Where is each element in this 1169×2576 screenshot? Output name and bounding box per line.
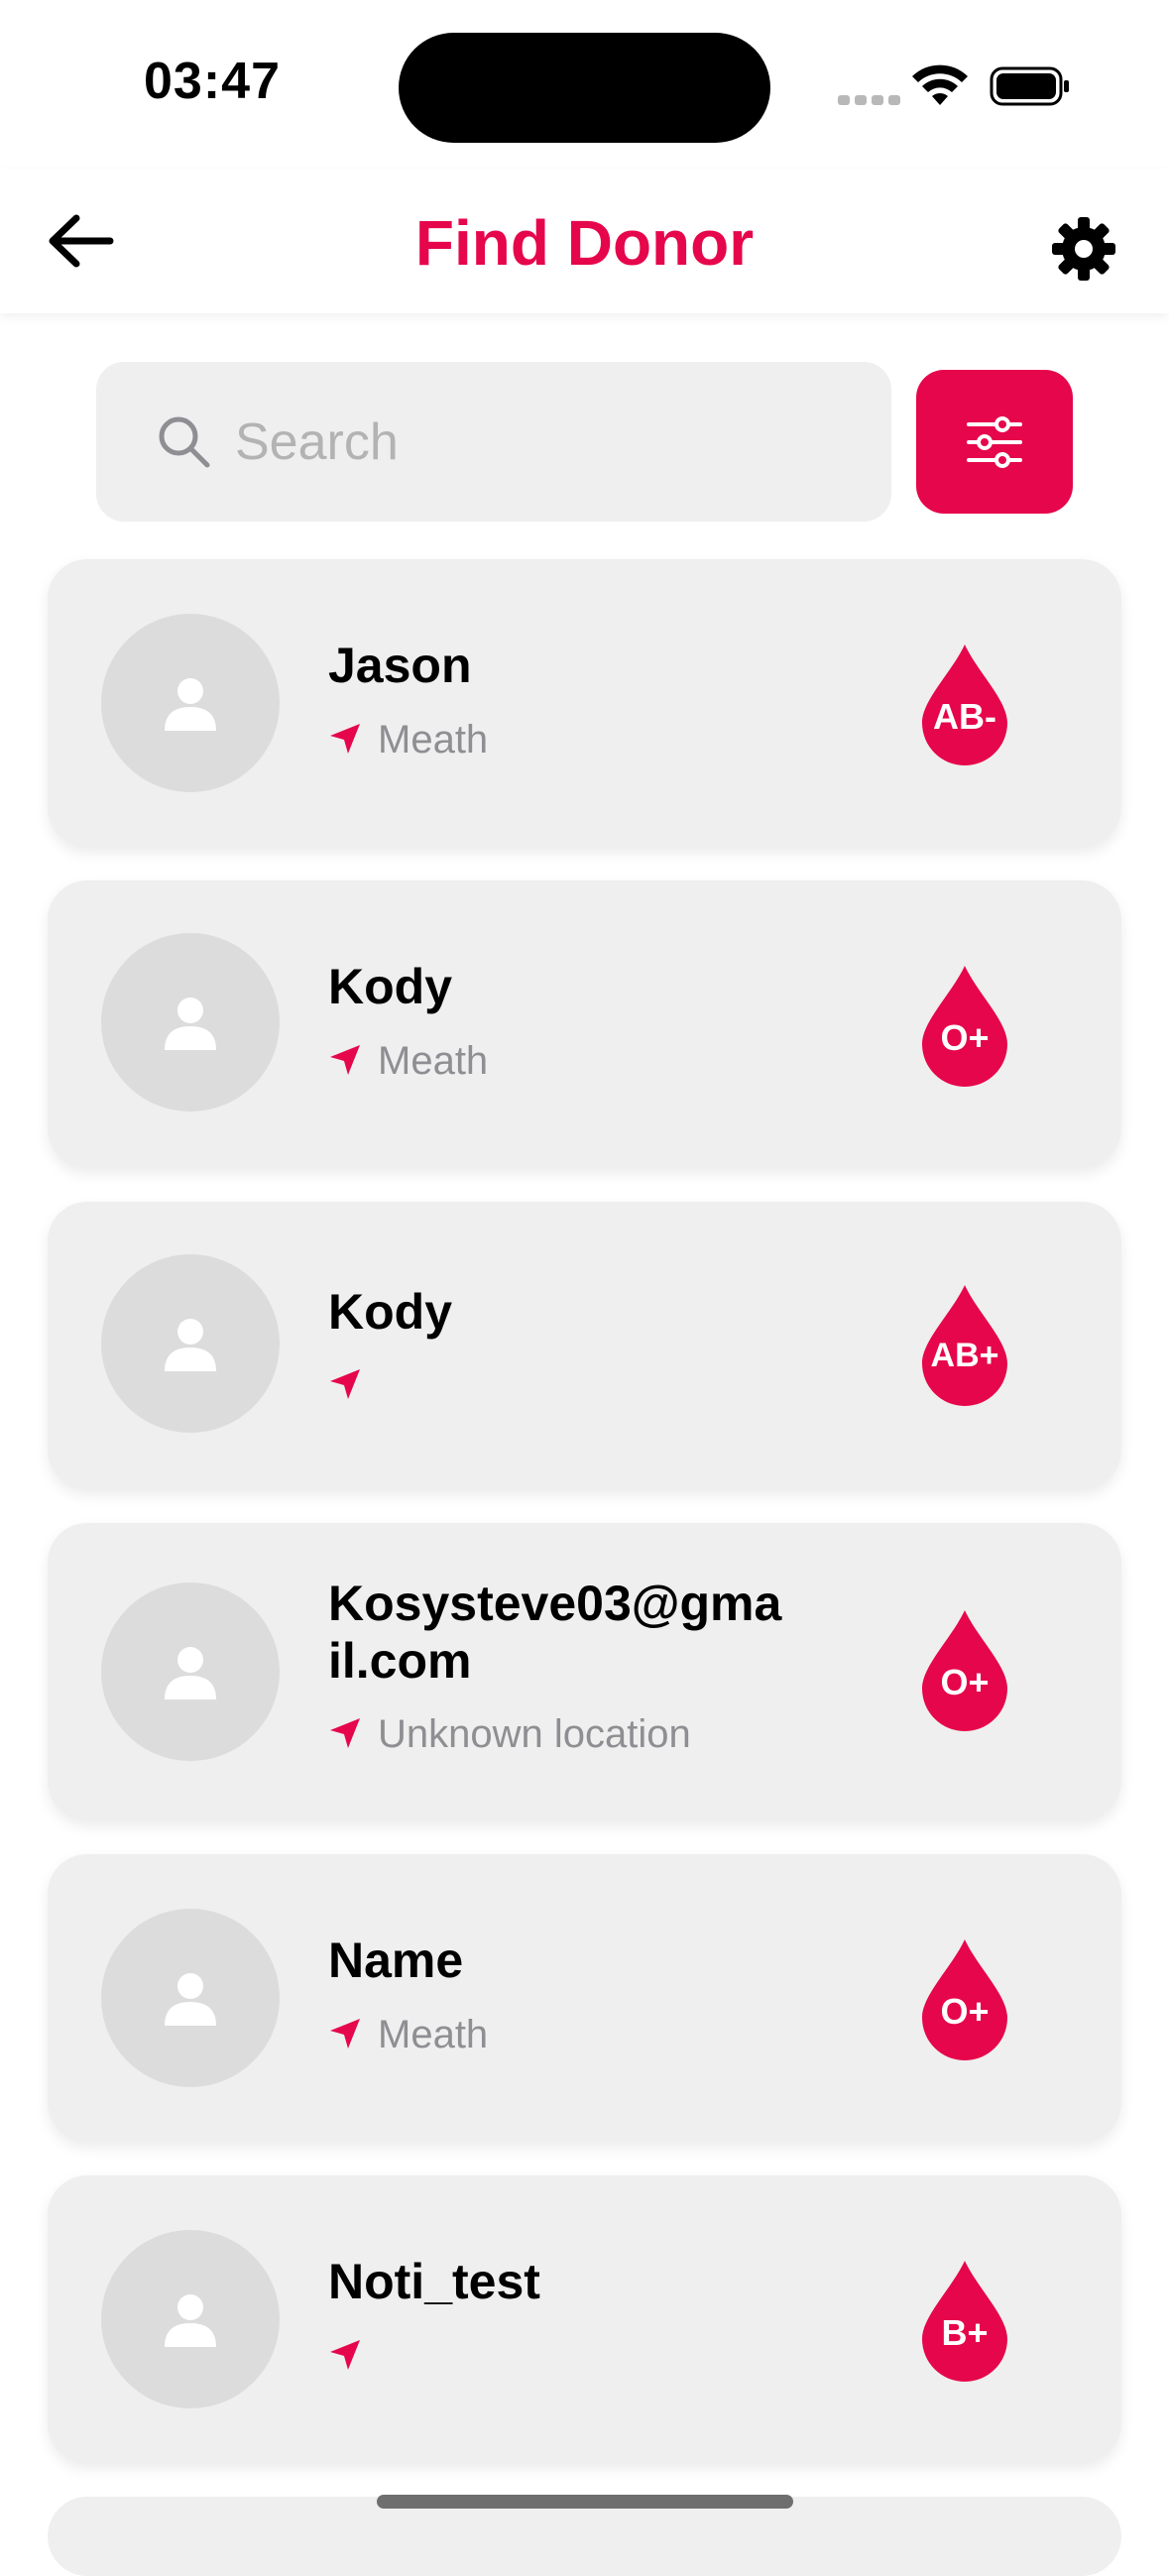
filter-button[interactable] bbox=[916, 370, 1073, 514]
donor-name: Noti_test bbox=[328, 2254, 540, 2309]
donor-location-text: Unknown location bbox=[378, 1712, 691, 1756]
avatar bbox=[101, 614, 280, 792]
location-arrow-icon bbox=[330, 1369, 360, 1400]
donor-card-partial[interactable] bbox=[48, 2497, 1121, 2576]
person-icon bbox=[165, 2294, 216, 2347]
status-time: 03:47 bbox=[144, 53, 281, 110]
donor-location-text: Meath bbox=[378, 1039, 489, 1083]
person-icon bbox=[165, 997, 216, 1050]
donor-card[interactable]: Noti_test B+ bbox=[48, 2175, 1121, 2463]
battery-icon bbox=[990, 66, 1069, 106]
status-bar: 03:47 bbox=[0, 0, 1169, 169]
blood-type-badge: AB- bbox=[920, 643, 1009, 765]
blood-type-badge: O+ bbox=[920, 1608, 1009, 1731]
donor-location: Meath bbox=[328, 2010, 488, 2059]
location-arrow-icon bbox=[330, 1045, 360, 1076]
search-bar[interactable] bbox=[96, 362, 891, 522]
sliders-icon bbox=[967, 416, 1022, 468]
blood-type-label: O+ bbox=[940, 1017, 990, 1058]
donor-name: Name bbox=[328, 1932, 464, 1988]
blood-type-badge: B+ bbox=[920, 2259, 1009, 2382]
cellular-signal-icon bbox=[838, 92, 905, 110]
search-input[interactable] bbox=[233, 402, 852, 483]
blood-type-label: AB+ bbox=[930, 1337, 999, 1374]
avatar bbox=[101, 2230, 280, 2408]
person-icon bbox=[165, 1647, 216, 1699]
donor-card[interactable]: Kody AB+ bbox=[48, 1202, 1121, 1489]
donor-card[interactable]: Name Meath O+ bbox=[48, 1854, 1121, 2142]
location-arrow-icon bbox=[330, 724, 360, 755]
avatar bbox=[101, 933, 280, 1112]
donor-location: Meath bbox=[328, 1036, 488, 1086]
blood-type-badge: AB+ bbox=[920, 1283, 1009, 1406]
blood-type-label: AB- bbox=[933, 696, 996, 737]
donor-name: Kosysteve03@gmail.com bbox=[328, 1576, 782, 1689]
location-arrow-icon bbox=[330, 2340, 360, 2371]
donor-name: Jason bbox=[328, 638, 472, 693]
avatar bbox=[101, 1909, 280, 2087]
donor-location bbox=[328, 1360, 378, 1410]
wifi-icon bbox=[912, 64, 968, 105]
location-arrow-icon bbox=[330, 1718, 360, 1749]
donor-location-text: Meath bbox=[378, 2013, 489, 2056]
location-arrow-icon bbox=[330, 2019, 360, 2049]
person-icon bbox=[165, 678, 216, 731]
donor-location bbox=[328, 2331, 378, 2381]
donor-location: Meath bbox=[328, 715, 488, 764]
donor-location-text: Meath bbox=[378, 718, 489, 761]
home-indicator[interactable] bbox=[377, 2495, 793, 2509]
donor-name: Kody bbox=[328, 1284, 452, 1340]
donor-name: Kody bbox=[328, 959, 452, 1014]
donor-card[interactable]: Kody Meath O+ bbox=[48, 880, 1121, 1168]
app-header: Find Donor bbox=[0, 169, 1169, 313]
gear-icon[interactable] bbox=[1049, 214, 1118, 284]
blood-type-label: B+ bbox=[941, 2312, 989, 2353]
person-icon bbox=[165, 1319, 216, 1371]
donor-location: Unknown location bbox=[328, 1709, 691, 1759]
person-icon bbox=[165, 1973, 216, 2026]
avatar bbox=[101, 1254, 280, 1433]
dynamic-island bbox=[399, 33, 770, 143]
search-icon bbox=[159, 416, 210, 468]
blood-type-label: O+ bbox=[940, 1662, 990, 1702]
donor-card[interactable]: Jason Meath AB- bbox=[48, 559, 1121, 847]
donor-card[interactable]: Kosysteve03@gmail.com Unknown location O… bbox=[48, 1523, 1121, 1820]
page-title: Find Donor bbox=[414, 207, 755, 279]
blood-type-badge: O+ bbox=[920, 1937, 1009, 2060]
avatar bbox=[101, 1582, 280, 1761]
blood-type-label: O+ bbox=[940, 1991, 990, 2032]
blood-type-badge: O+ bbox=[920, 964, 1009, 1087]
